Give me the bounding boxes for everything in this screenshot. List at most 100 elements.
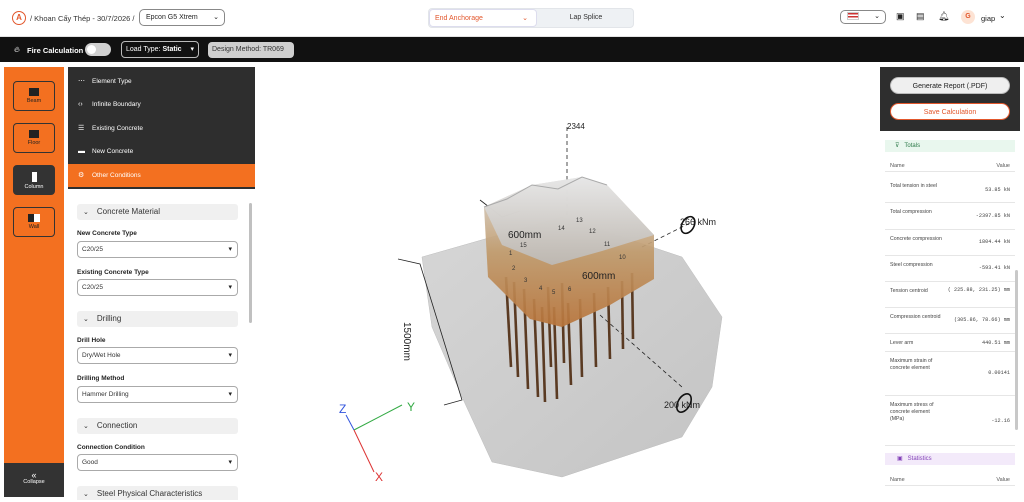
- chevron-down-icon: ⌄: [874, 13, 880, 20]
- table-row: Compression centroid (305.86, 78.66) mm: [885, 308, 1015, 334]
- totals-label: Totals: [904, 143, 921, 149]
- sidebar-item-beam[interactable]: Beam: [13, 81, 55, 111]
- results-scrollbar[interactable]: [1015, 270, 1018, 430]
- table-row: Maximum stress of concrete element (MPa)…: [885, 396, 1015, 446]
- drill-hole-label: Drill Hole: [77, 337, 106, 344]
- connection-condition-select[interactable]: Good ▾: [77, 454, 238, 471]
- load-type-select[interactable]: Load Type: Static ▾: [121, 41, 199, 58]
- rebar-label: 14: [558, 226, 565, 232]
- document-icon[interactable]: ▣: [896, 11, 905, 22]
- x-axis-line: [353, 429, 375, 473]
- table-row: Total tension in steel 53.85 kN: [885, 177, 1015, 203]
- dim-depth-label: 600mm: [582, 271, 615, 282]
- 3d-scene[interactable]: 2344 600mm 600mm 1500mm 266 kNm 200 kNm …: [262, 67, 876, 500]
- existing-concrete-type-select[interactable]: C20/25 ▾: [77, 279, 238, 296]
- tab-lap-splice[interactable]: Lap Splice: [537, 9, 635, 27]
- element-type-icon: ⋯: [78, 78, 85, 85]
- sidebar-item-label: Column: [24, 184, 44, 190]
- 3d-viewport[interactable]: 2344 600mm 600mm 1500mm 266 kNm 200 kNm …: [262, 67, 876, 500]
- floor-icon: [29, 130, 39, 138]
- column-icon: [31, 172, 37, 182]
- menu-item-existing-concrete[interactable]: ☰ Existing Concrete: [68, 117, 255, 140]
- menu-item-infinite-boundary[interactable]: ‹› Infinite Boundary: [68, 93, 255, 116]
- caret-down-icon: ▾: [190, 46, 194, 53]
- row-value: -12.16: [991, 418, 1010, 424]
- sidebar-item-label: Beam: [26, 98, 42, 104]
- row-name: Maximum strain of concrete element: [890, 358, 933, 371]
- section-drilling[interactable]: ⌄ Drilling: [77, 311, 238, 327]
- row-value: ( 225.88, 231.25) mm: [947, 287, 1010, 293]
- top-header: A / Khoan Cấy Thép - 30/7/2026 / Epcon G…: [0, 0, 1024, 37]
- sidebar-item-floor[interactable]: Floor: [13, 123, 55, 153]
- drilling-method-select[interactable]: Hammer Drilling ▾: [77, 386, 238, 403]
- language-select[interactable]: ⌄: [840, 10, 886, 24]
- other-conditions-panel: ⌄ Concrete Material New Concrete Type C20…: [68, 190, 255, 500]
- menu-item-label: New Concrete: [92, 148, 134, 155]
- section-steel-physical[interactable]: ⌄ Steel Physical Characteristics: [77, 486, 238, 500]
- section-concrete-material[interactable]: ⌄ Concrete Material: [77, 204, 238, 220]
- table-row: Maximum strain of concrete element 0.0014…: [885, 352, 1015, 396]
- load-type-prefix: Load Type:: [126, 46, 161, 53]
- row-name: Steel compression: [890, 262, 933, 268]
- sidebar-item-label: Floor: [27, 140, 41, 146]
- totals-header[interactable]: ⊽ Totals: [885, 140, 1015, 152]
- beam-icon: [29, 88, 39, 96]
- wall-icon: [28, 214, 40, 222]
- calculation-toolbar: 🔥︎ Fire Calculation Load Type: Static ▾ …: [0, 37, 1024, 62]
- table-row: Steel compression -593.41 kN: [885, 256, 1015, 282]
- report-actions: Generate Report (.PDF) Save Calculation: [880, 67, 1020, 131]
- menu-item-element-type[interactable]: ⋯ Element Type: [68, 70, 255, 93]
- breadcrumb[interactable]: / Khoan Cấy Thép - 30/7/2026 /: [30, 14, 135, 23]
- dim-top-label: 2344: [567, 122, 585, 131]
- select-value: Dry/Wet Hole: [82, 352, 121, 359]
- collapse-button[interactable]: « Collapse: [4, 463, 64, 497]
- fire-calculation-label: Fire Calculation: [27, 46, 84, 55]
- rebar-label: 15: [520, 243, 527, 249]
- new-concrete-type-label: New Concrete Type: [77, 230, 137, 237]
- statistics-table-header: Name Value: [885, 470, 1015, 486]
- tab-end-anchorage[interactable]: End Anchorage ⌄: [429, 9, 537, 27]
- panel-scrollbar[interactable]: [249, 203, 252, 323]
- table-row: Lever arm 440.51 mm: [885, 334, 1015, 352]
- select-value: C20/25: [82, 284, 103, 291]
- table-row: Concrete compression 1804.44 kN: [885, 230, 1015, 256]
- caret-down-icon: ▾: [228, 352, 232, 359]
- menu-item-new-concrete[interactable]: ▬ New Concrete: [68, 140, 255, 163]
- select-value: Good: [82, 459, 98, 466]
- avatar[interactable]: G: [961, 10, 975, 24]
- generate-report-button[interactable]: Generate Report (.PDF): [890, 77, 1010, 94]
- row-value: 0.00141: [988, 370, 1010, 376]
- product-select[interactable]: Epcon G5 Xtrem ⌄: [139, 9, 225, 26]
- caret-down-icon: ▾: [228, 284, 232, 291]
- menu-item-other-conditions[interactable]: ⚙ Other Conditions: [68, 164, 255, 187]
- sidebar-item-label: Wall: [28, 224, 40, 230]
- save-calculation-button[interactable]: Save Calculation: [890, 103, 1010, 120]
- sidebar-item-wall[interactable]: Wall: [13, 207, 55, 237]
- book-icon[interactable]: ▤: [916, 11, 925, 22]
- design-method-badge: Design Method: TR069: [208, 42, 294, 58]
- value-column-header: Value: [996, 477, 1010, 483]
- bell-icon[interactable]: 🔔︎: [938, 11, 949, 22]
- table-row: Total compression -2397.85 kN: [885, 203, 1015, 230]
- sidebar-item-column[interactable]: Column: [13, 165, 55, 195]
- row-name: Concrete compression: [890, 236, 942, 242]
- new-concrete-type-select[interactable]: C20/25 ▾: [77, 241, 238, 258]
- moment-bottom-label: 200 kNm: [664, 400, 700, 410]
- double-chevron-left-icon: «: [31, 470, 37, 480]
- chevron-down-icon[interactable]: ⌄: [999, 11, 1006, 20]
- section-connection[interactable]: ⌄ Connection: [77, 418, 238, 434]
- app-logo-icon[interactable]: A: [12, 11, 26, 25]
- statistics-header[interactable]: ▣ Statistics: [885, 453, 1015, 465]
- name-column-header: Name: [890, 477, 905, 483]
- row-value: 440.51 mm: [981, 340, 1010, 346]
- rebar-label: 13: [576, 218, 583, 224]
- user-name[interactable]: giap: [981, 14, 995, 23]
- chevron-down-icon: ⌄: [83, 423, 89, 430]
- connection-condition-label: Connection Condition: [77, 444, 145, 451]
- drill-hole-select[interactable]: Dry/Wet Hole ▾: [77, 347, 238, 364]
- filter-icon: ⊽: [895, 143, 900, 149]
- row-name: Tension centroid: [890, 288, 928, 294]
- fire-calculation-toggle[interactable]: [85, 43, 111, 56]
- select-value: Hammer Drilling: [82, 391, 129, 398]
- y-axis-label: Y: [407, 400, 415, 414]
